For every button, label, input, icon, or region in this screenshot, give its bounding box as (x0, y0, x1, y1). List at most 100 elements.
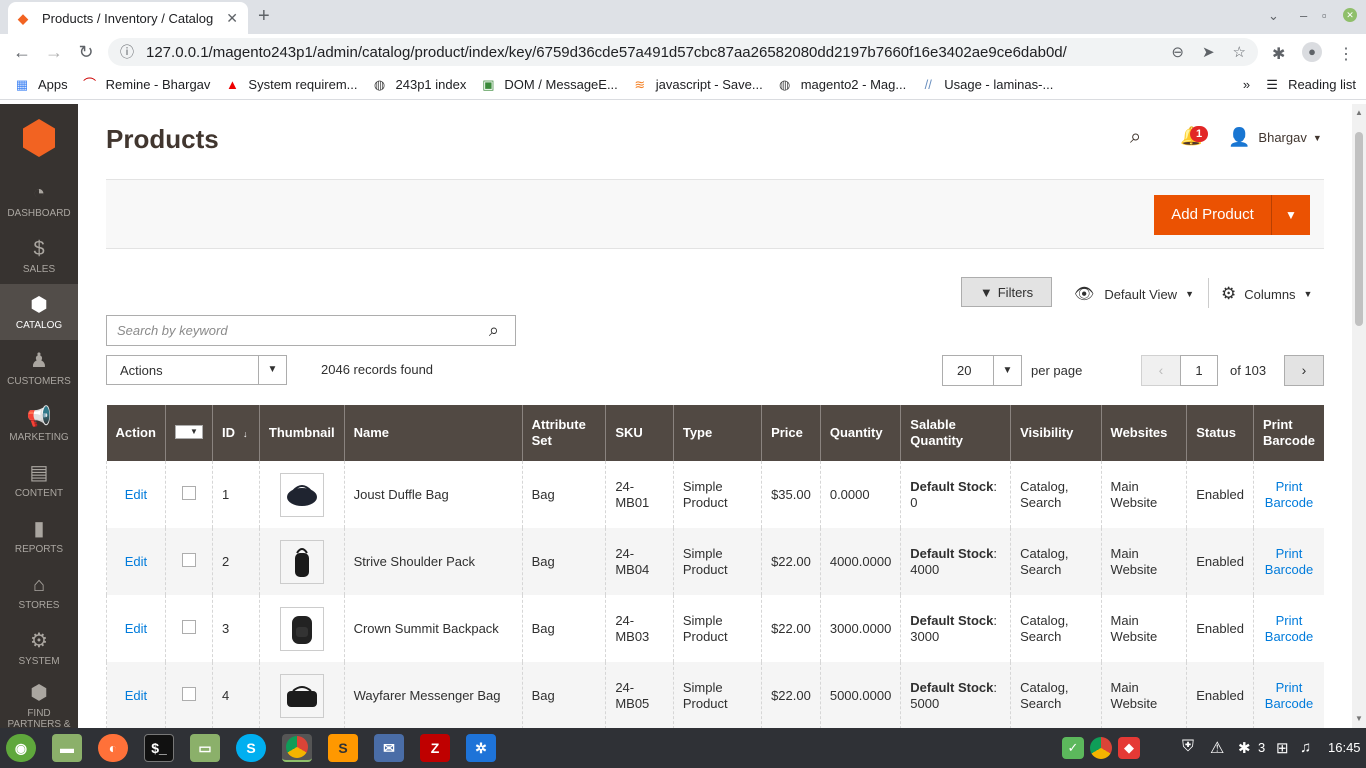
bookmark-apps[interactable]: ▦ Apps (14, 77, 68, 93)
filters-button[interactable]: ▼ Filters (961, 277, 1052, 307)
bookmark-magento2[interactable]: ◍ magento2 - Mag... (777, 77, 906, 93)
add-product-button[interactable]: Add Product (1154, 195, 1272, 235)
network-icon[interactable]: ⊞ (1276, 739, 1289, 757)
restore-button[interactable]: ▫ (1322, 8, 1327, 23)
col-sku[interactable]: SKU (605, 405, 674, 461)
edit-link[interactable]: Edit (125, 688, 147, 703)
current-page-input[interactable]: 1 (1180, 355, 1218, 386)
bookmark-javascript-save[interactable]: ≋ javascript - Save... (632, 77, 762, 93)
add-product-dropdown-toggle[interactable]: ▼ (1272, 195, 1310, 235)
next-page-button[interactable]: › (1284, 355, 1324, 386)
volume-icon[interactable]: ♫ (1300, 739, 1311, 756)
sidebar-item-marketing[interactable]: 📢 MARKETING (0, 396, 78, 452)
warning-icon[interactable]: ⚠ (1210, 738, 1224, 758)
sidebar-item-reports[interactable]: ▮ REPORTS (0, 508, 78, 564)
magento-logo[interactable] (0, 104, 78, 172)
mint-menu-icon[interactable]: ◉ (6, 734, 36, 762)
sidebar-item-catalog[interactable]: ⬢ CATALOG (0, 284, 78, 340)
search-icon[interactable]: ⌕ (489, 320, 499, 341)
bookmark-dom-message[interactable]: ▣ DOM / MessageE... (480, 77, 618, 93)
product-thumbnail-backpack[interactable] (279, 606, 324, 651)
user-menu[interactable]: 👤 Bhargav ▼ (1228, 127, 1322, 148)
row-checkbox[interactable] (181, 619, 196, 634)
bookmark-243p1-index[interactable]: ◍ 243p1 index (372, 77, 467, 93)
workspace-icon[interactable]: ✱ (1238, 739, 1251, 757)
app-launcher-icon[interactable]: ✲ (466, 734, 496, 762)
address-bar[interactable]: ⓘ 127.0.0.1/magento243p1/admin/catalog/p… (108, 38, 1258, 66)
edit-link[interactable]: Edit (125, 487, 147, 502)
reload-icon[interactable]: ↻ (70, 42, 102, 63)
col-select[interactable]: ▼ (164, 405, 213, 461)
browser-tab[interactable]: ◆ Products / Inventory / Catalog ✕ (8, 2, 248, 34)
print-barcode-link[interactable]: Print Barcode (1265, 546, 1313, 577)
more-bookmarks-icon[interactable]: » (1243, 77, 1250, 92)
sidebar-item-sales[interactable]: $ SALES (0, 228, 78, 284)
bookmark-remine[interactable]: ⌒ Remine - Bhargav (82, 77, 210, 93)
product-thumbnail-duffle[interactable] (279, 472, 324, 517)
mass-actions-select[interactable]: Actions ▼ (106, 355, 287, 385)
browser-menu-icon[interactable]: ⋮ (1338, 44, 1354, 64)
new-tab-button[interactable]: + (258, 5, 270, 28)
sidebar-item-customers[interactable]: ♟ CUSTOMERS (0, 340, 78, 396)
terminal-icon[interactable]: $_ (144, 734, 174, 762)
reading-list-button[interactable]: ☰ Reading list (1264, 77, 1356, 93)
col-price[interactable]: Price (761, 405, 821, 461)
search-icon[interactable]: ⌕ (1130, 126, 1141, 149)
scroll-down-icon[interactable]: ▼ (1355, 714, 1363, 723)
site-info-icon[interactable]: ⓘ (120, 42, 134, 62)
forward-icon[interactable]: → (38, 42, 70, 63)
sidebar-item-stores[interactable]: ⌂ STORES (0, 564, 78, 620)
mail-icon[interactable]: ✉ (374, 734, 404, 762)
chrome-icon[interactable] (282, 734, 312, 762)
columns-dropdown[interactable]: ⚙ Columns ▼ (1221, 284, 1312, 304)
sidebar-item-content[interactable]: ▤ CONTENT (0, 452, 78, 508)
profile-avatar[interactable]: ● (1302, 42, 1322, 62)
edit-link[interactable]: Edit (125, 621, 147, 636)
col-attribute-set[interactable]: Attribute Set (521, 405, 606, 461)
close-tab-icon[interactable]: ✕ (226, 10, 238, 27)
back-icon[interactable]: ← (6, 42, 38, 63)
scrollbar-thumb[interactable] (1355, 132, 1363, 326)
print-barcode-link[interactable]: Print Barcode (1265, 680, 1313, 711)
previous-page-button[interactable]: ‹ (1141, 355, 1181, 386)
minimize-button[interactable]: – (1300, 8, 1307, 23)
sidebar-item-dashboard[interactable]: ◔ DASHBOARD (0, 172, 78, 228)
col-quantity[interactable]: Quantity (819, 405, 901, 461)
product-thumbnail-messenger[interactable] (279, 673, 324, 718)
bookmark-system-requirements[interactable]: ▲ System requirem... (224, 77, 358, 93)
print-barcode-link[interactable]: Print Barcode (1265, 613, 1313, 644)
zoom-icon[interactable]: ⊖ (1171, 43, 1184, 61)
skype-icon[interactable]: S (236, 734, 266, 762)
scroll-up-icon[interactable]: ▲ (1355, 108, 1363, 117)
col-visibility[interactable]: Visibility (1010, 405, 1102, 461)
anydesk-tray-icon[interactable]: ◆ (1118, 737, 1140, 759)
bookmark-star-icon[interactable]: ☆ (1233, 43, 1246, 61)
page-scrollbar[interactable]: ▲ ▼ (1352, 104, 1366, 728)
default-view-dropdown[interactable]: 👁 Default View ▼ (1074, 284, 1194, 304)
clock[interactable]: 16:45 (1328, 740, 1361, 755)
keyword-search-input[interactable]: Search by keyword ⌕ (106, 315, 516, 346)
tab-search-icon[interactable]: ⌄ (1268, 8, 1279, 24)
col-websites[interactable]: Websites (1100, 405, 1187, 461)
edit-link[interactable]: Edit (125, 554, 147, 569)
row-checkbox[interactable] (181, 552, 196, 567)
col-name[interactable]: Name (343, 405, 523, 461)
sidebar-item-system[interactable]: ⚙ SYSTEM (0, 620, 78, 676)
firefox-icon[interactable]: ◐ (98, 734, 128, 762)
mass-select-checkbox[interactable]: ▼ (174, 424, 203, 439)
product-thumbnail-shoulder-pack[interactable] (279, 539, 324, 584)
sidebar-item-find-partners-extensions[interactable]: ⬢FIND PARTNERS & EXTENSIONS (0, 676, 78, 741)
col-id[interactable]: ID ↓ (211, 405, 260, 461)
row-checkbox[interactable] (181, 485, 196, 500)
extensions-icon[interactable]: ✱ (1272, 44, 1285, 64)
row-checkbox[interactable] (181, 686, 196, 701)
col-status[interactable]: Status (1186, 405, 1254, 461)
sublime-icon[interactable]: S (328, 734, 358, 762)
send-icon[interactable]: ➤ (1202, 43, 1215, 61)
per-page-select[interactable]: 20 ▼ (942, 355, 1022, 386)
shield-icon[interactable]: ⛨ (1182, 738, 1194, 756)
filezilla-icon[interactable]: Z (420, 734, 450, 762)
update-manager-icon[interactable]: ✓ (1062, 737, 1084, 759)
print-barcode-link[interactable]: Print Barcode (1265, 479, 1313, 510)
show-desktop-icon[interactable]: ▬ (52, 734, 82, 762)
